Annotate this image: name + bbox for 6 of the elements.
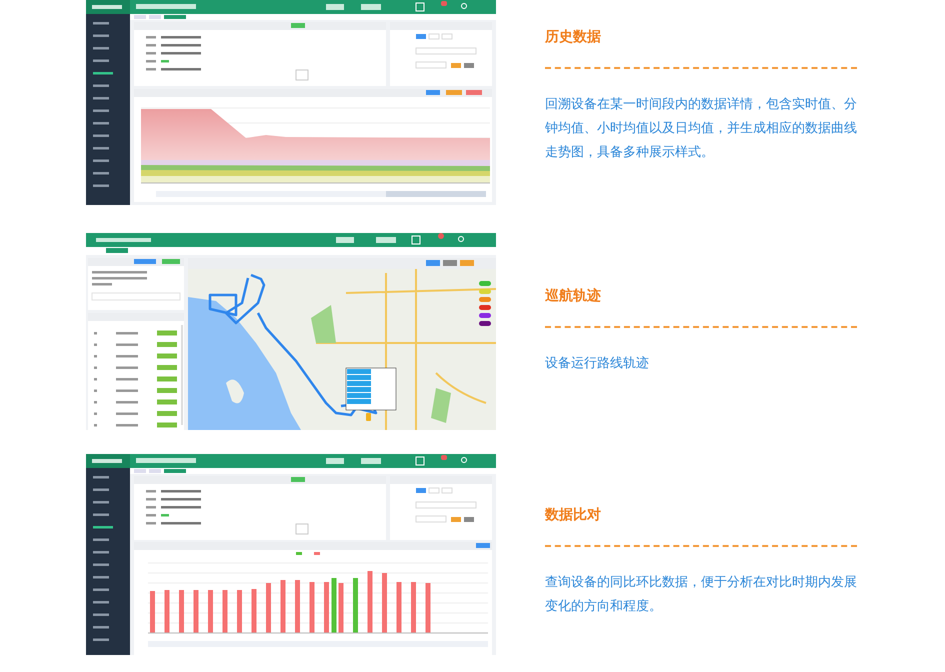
feature-title: 历史数据	[545, 28, 601, 47]
feature-title: 数据比对	[545, 506, 601, 525]
feature-title: 巡航轨迹	[545, 286, 601, 306]
feature-description: 设备运行路线轨迹	[545, 355, 650, 373]
feature-description: 查询设备的同比环比数据，便于分析在对比时期内发展变化的方向和程度。	[545, 574, 858, 616]
feature-description: 回溯设备在某一时间段内的数据详情，包含实时值、分钟均值、小时均值以及日均值，并生成相应的数据曲线走势图，具备多种展示样式。	[545, 96, 858, 162]
